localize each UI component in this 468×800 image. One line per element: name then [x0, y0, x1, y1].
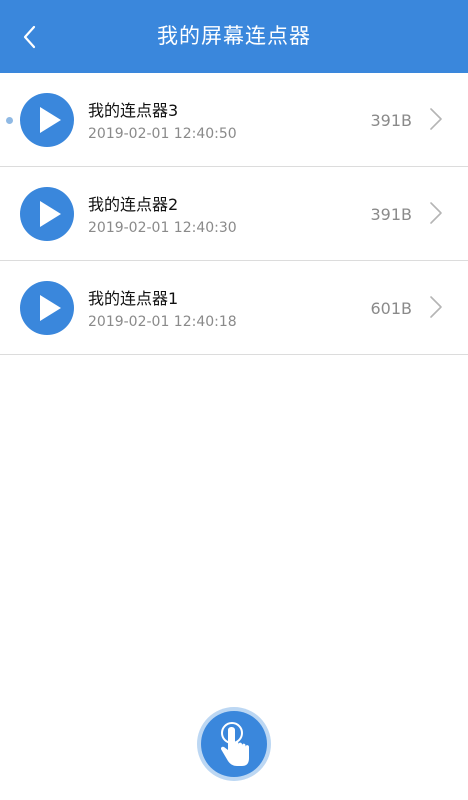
list-item[interactable]: 我的连点器1 2019-02-01 12:40:18 601B	[0, 261, 468, 355]
item-name: 我的连点器3	[88, 101, 179, 120]
play-icon[interactable]	[20, 187, 74, 241]
play-icon[interactable]	[20, 93, 74, 147]
tap-fab-button[interactable]	[196, 706, 272, 782]
app-header: 我的屏幕连点器	[0, 0, 468, 73]
page-title: 我的屏幕连点器	[157, 24, 311, 48]
item-name: 我的连点器2	[88, 195, 179, 214]
item-time: 2019-02-01 12:40:30	[88, 220, 237, 236]
play-icon[interactable]	[20, 281, 74, 335]
tap-hand-icon	[197, 707, 271, 781]
list-item[interactable]: 我的连点器2 2019-02-01 12:40:30 391B	[0, 167, 468, 261]
chevron-right-icon	[430, 202, 442, 224]
item-time: 2019-02-01 12:40:50	[88, 126, 237, 142]
chevron-right-icon	[430, 108, 442, 130]
item-size: 391B	[370, 205, 412, 224]
clicker-list: 我的连点器3 2019-02-01 12:40:50 391B 我的连点器2 2…	[0, 73, 468, 355]
item-size: 391B	[370, 111, 412, 130]
active-indicator	[6, 117, 13, 124]
item-time: 2019-02-01 12:40:18	[88, 314, 237, 330]
item-size: 601B	[370, 299, 412, 318]
chevron-right-icon	[430, 296, 442, 318]
list-item[interactable]: 我的连点器3 2019-02-01 12:40:50 391B	[0, 73, 468, 167]
item-name: 我的连点器1	[88, 289, 179, 308]
